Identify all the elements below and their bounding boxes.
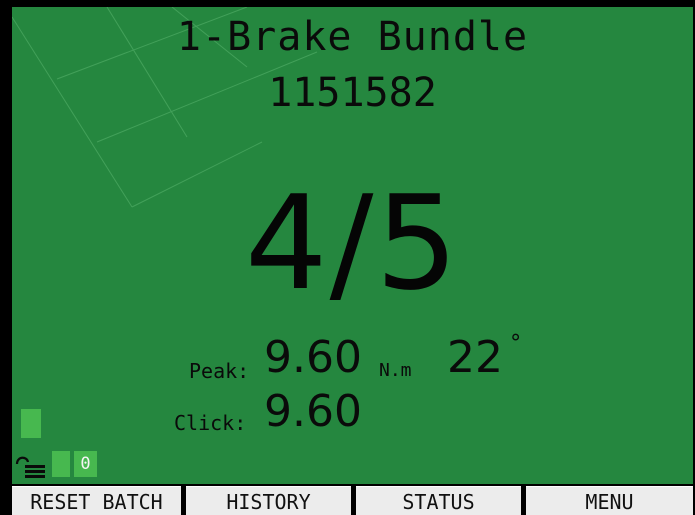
job-title: 1-Brake Bundle [176,14,529,60]
battery-indicator [52,451,70,477]
serial-number: 1151582 [268,70,437,116]
peak-torque-value: 9.60 [264,332,362,383]
status-indicator [21,409,41,438]
batch-counter-badge: 0 [74,451,97,477]
reset-batch-button[interactable]: RESET BATCH [12,486,181,515]
click-label: Click: [174,411,247,435]
batch-count: 4/5 [244,167,461,319]
peak-label: Peak: [189,359,250,383]
softkey-bar: RESET BATCH HISTORY STATUS MENU [12,484,693,515]
angle-value: 22 [447,332,503,383]
history-button[interactable]: HISTORY [186,486,351,515]
torque-unit: N.m [379,360,412,381]
degree-symbol: ° [509,331,523,356]
unlocked-padlock-icon [15,456,45,478]
display-panel: 1-Brake Bundle 1151582 4/5 Peak: 9.60 N.… [12,7,693,484]
status-button[interactable]: STATUS [356,486,521,515]
tool-screen: 1-Brake Bundle 1151582 4/5 Peak: 9.60 N.… [0,0,695,515]
menu-button[interactable]: MENU [526,486,693,515]
click-torque-value: 9.60 [264,386,362,437]
